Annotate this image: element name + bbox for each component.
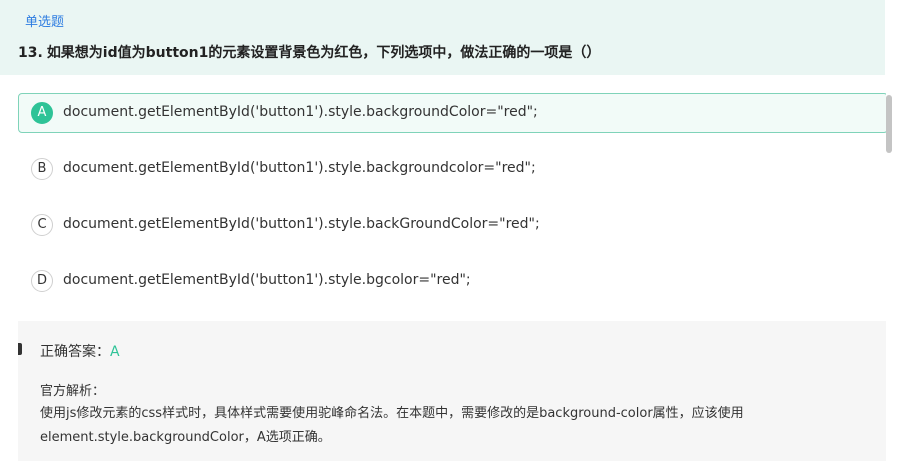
correct-answer-value: A — [110, 344, 120, 360]
option-a-letter: A — [31, 102, 53, 124]
panel-marker-icon — [18, 343, 22, 355]
correct-answer: 正确答案：A — [40, 341, 120, 361]
question-text: 如果想为id值为button1的元素设置背景色为红色，下列选项中，做法正确的一项… — [46, 45, 601, 61]
question-type-label: 单选题 — [25, 15, 65, 30]
analysis-line-1: 使用js修改元素的css样式时，具体样式需要使用驼峰命名法。在本题中，需要修改的… — [40, 406, 744, 421]
option-d[interactable]: D document.getElementById('button1').sty… — [18, 261, 888, 301]
option-b-text: document.getElementById('button1').style… — [63, 160, 536, 176]
scrollbar-thumb[interactable] — [886, 95, 892, 153]
option-c[interactable]: C document.getElementById('button1').sty… — [18, 205, 888, 245]
correct-answer-label: 正确答案： — [40, 344, 110, 360]
question-stem: 13. 如果想为id值为button1的元素设置背景色为红色，下列选项中，做法正确… — [18, 42, 600, 62]
analysis-text: 使用js修改元素的css样式时，具体样式需要使用驼峰命名法。在本题中，需要修改的… — [40, 402, 840, 450]
option-b[interactable]: B document.getElementById('button1').sty… — [18, 149, 888, 189]
option-c-letter: C — [31, 214, 53, 236]
option-a-text: document.getElementById('button1').style… — [63, 104, 538, 120]
option-d-letter: D — [31, 270, 53, 292]
option-a[interactable]: A document.getElementById('button1').sty… — [18, 93, 888, 133]
option-d-text: document.getElementById('button1').style… — [63, 272, 471, 288]
option-c-text: document.getElementById('button1').style… — [63, 216, 540, 232]
analysis-line-2: element.style.backgroundColor，A选项正确。 — [40, 430, 331, 445]
option-b-letter: B — [31, 158, 53, 180]
question-number: 13. — [18, 45, 43, 61]
analysis-title: 官方解析： — [40, 384, 106, 399]
question-header: 单选题 13. 如果想为id值为button1的元素设置背景色为红色，下列选项中，… — [0, 0, 885, 75]
